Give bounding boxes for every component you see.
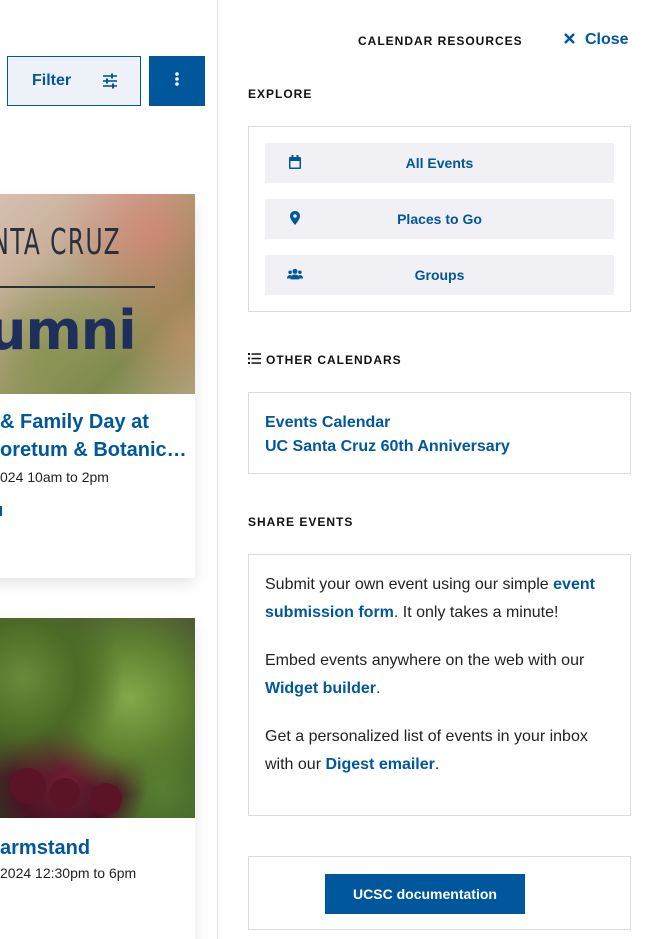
explore-places-button[interactable]: Places to Go <box>265 199 614 239</box>
share-paragraph-widget: Embed events anywhere on the web with ou… <box>265 652 585 697</box>
list-icon <box>248 353 261 367</box>
event-card[interactable]: ANTA CRUZ umni & Family Day at oretum & … <box>0 194 195 578</box>
widget-builder-link[interactable]: Widget builder <box>265 680 376 697</box>
calendar-icon <box>287 154 303 170</box>
share-events-heading: SHARE EVENTS <box>248 515 354 529</box>
close-button[interactable]: Close <box>564 31 629 49</box>
explore-box: All Events Places to Go Groups <box>248 126 631 312</box>
share-events-box: Submit your own event using our simple e… <box>248 554 631 816</box>
event-image <box>0 618 195 818</box>
event-date: 2024 12:30pm to 6pm <box>0 865 137 881</box>
other-calendars-heading: OTHER CALENDARS <box>248 353 402 367</box>
event-title-line2[interactable]: oretum & Botanic… <box>0 436 187 464</box>
explore-item-label: Places to Go <box>397 211 482 227</box>
explore-groups-button[interactable]: Groups <box>265 255 614 295</box>
explore-all-events-button[interactable]: All Events <box>265 143 614 183</box>
event-title[interactable]: & Family Day at <box>0 408 149 436</box>
event-list-pane: Filter ANTA CRUZ umni & Family Day at or… <box>0 0 218 939</box>
map-marker-icon <box>287 210 303 226</box>
other-calendars-title: OTHER CALENDARS <box>266 353 402 367</box>
image-text-santa-cruz: ANTA CRUZ <box>0 222 122 263</box>
event-title[interactable]: armstand <box>0 834 90 862</box>
digest-emailer-link[interactable]: Digest emailer <box>325 756 434 773</box>
filter-label: Filter <box>32 72 72 89</box>
filter-button[interactable]: Filter <box>7 56 141 106</box>
close-icon <box>564 31 575 49</box>
calendar-link-events[interactable]: Events Calendar <box>265 411 614 435</box>
more-options-button[interactable] <box>149 56 205 106</box>
explore-item-label: All Events <box>405 155 474 171</box>
calendar-link-60th-anniversary[interactable]: UC Santa Cruz 60th Anniversary <box>265 435 614 459</box>
share-paragraph-digest: Get a personalized list of events in you… <box>265 728 588 773</box>
event-date: 024 10am to 2pm <box>0 469 109 485</box>
explore-heading: EXPLORE <box>248 87 313 101</box>
users-icon <box>287 266 303 282</box>
calendar-resources-panel: CALENDAR RESOURCES Close EXPLORE All Eve… <box>218 0 647 939</box>
event-card[interactable]: armstand 2024 12:30pm to 6pm <box>0 618 195 939</box>
ucsc-documentation-button[interactable]: UCSC documentation <box>325 874 525 914</box>
explore-item-label: Groups <box>414 267 465 283</box>
event-image: ANTA CRUZ umni <box>0 194 195 394</box>
panel-title: CALENDAR RESOURCES <box>358 34 523 48</box>
share-paragraph-submit: Submit your own event using our simple e… <box>265 576 595 621</box>
vertical-ellipsis-icon <box>175 71 179 91</box>
event-link-fragment[interactable] <box>0 506 2 516</box>
close-label: Close <box>585 31 629 48</box>
image-text-alumni: umni <box>0 299 137 362</box>
documentation-box: UCSC documentation <box>248 856 631 930</box>
sliders-icon <box>102 72 118 95</box>
other-calendars-box: Events Calendar UC Santa Cruz 60th Anniv… <box>248 392 631 474</box>
